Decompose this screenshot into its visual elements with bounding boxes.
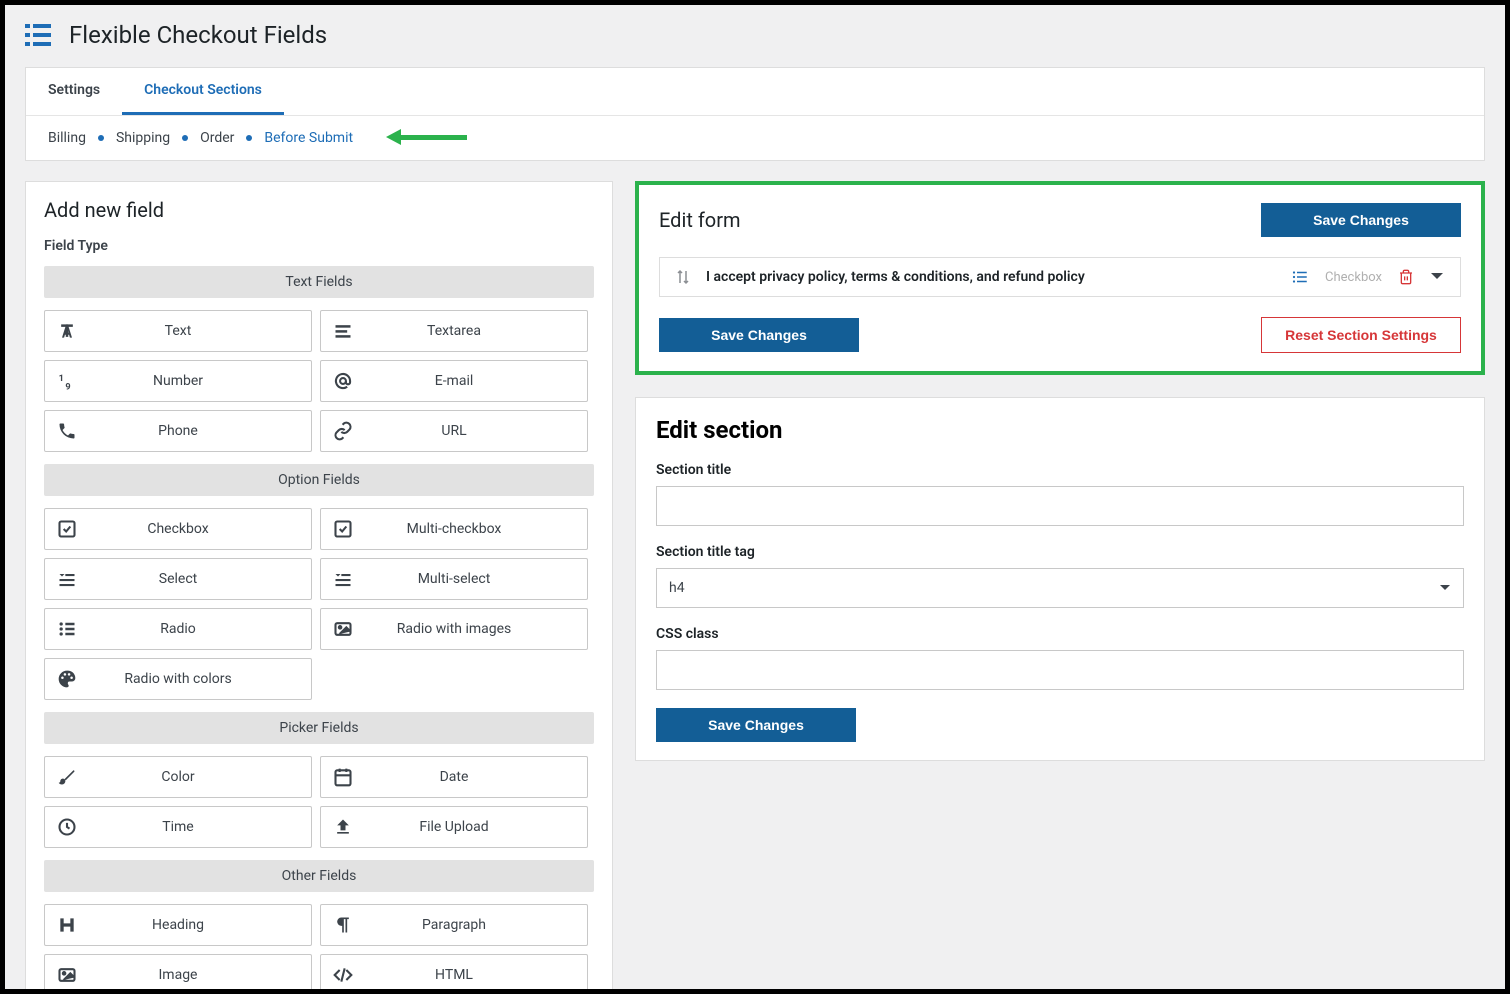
breadcrumb: Billing Shipping Order Before Submit bbox=[26, 116, 1484, 160]
field-type-text[interactable]: Text bbox=[44, 310, 312, 352]
code-icon bbox=[321, 965, 365, 985]
category-picker-fields: Picker Fields bbox=[44, 712, 594, 744]
brush-icon bbox=[45, 767, 89, 787]
field-type-time[interactable]: Time bbox=[44, 806, 312, 848]
title-bar: Flexible Checkout Fields bbox=[5, 5, 1505, 55]
save-changes-top-button[interactable]: Save Changes bbox=[1261, 203, 1461, 237]
edit-form-panel: Edit form Save Changes I accept privacy … bbox=[635, 181, 1485, 375]
category-text-fields: Text Fields bbox=[44, 266, 594, 298]
crumb-before-submit[interactable]: Before Submit bbox=[264, 130, 353, 146]
list-icon bbox=[1291, 268, 1309, 286]
field-type-multi-checkbox[interactable]: Multi-checkbox bbox=[320, 508, 588, 550]
save-changes-bottom-button[interactable]: Save Changes bbox=[659, 318, 859, 352]
edit-section-heading: Edit section bbox=[656, 416, 1464, 444]
link-icon bbox=[321, 421, 365, 441]
field-row[interactable]: I accept privacy policy, terms & conditi… bbox=[659, 257, 1461, 297]
heading-icon bbox=[45, 915, 89, 935]
field-type-multi-select[interactable]: Multi-select bbox=[320, 558, 588, 600]
option-fields-grid: Checkbox Multi-checkbox Select Multi-sel… bbox=[44, 508, 594, 700]
checkbox-icon bbox=[321, 519, 365, 539]
clock-icon bbox=[45, 817, 89, 837]
section-title-input[interactable] bbox=[656, 486, 1464, 526]
annotation-arrow bbox=[386, 129, 467, 145]
field-type-date[interactable]: Date bbox=[320, 756, 588, 798]
app-root: Flexible Checkout Fields Settings Checko… bbox=[5, 5, 1505, 989]
field-type-radio-colors[interactable]: Radio with colors bbox=[44, 658, 312, 700]
category-other-fields: Other Fields bbox=[44, 860, 594, 892]
field-type-html[interactable]: HTML bbox=[320, 954, 588, 989]
field-type-select[interactable]: Select bbox=[44, 558, 312, 600]
other-fields-grid: Heading Paragraph Image HTML Hidden bbox=[44, 904, 594, 989]
font-icon bbox=[45, 321, 89, 341]
field-type-label: Field Type bbox=[44, 238, 594, 254]
field-row-type: Checkbox bbox=[1325, 270, 1382, 285]
edit-section-panel: Edit section Section title Section title… bbox=[635, 397, 1485, 761]
crumb-shipping[interactable]: Shipping bbox=[116, 130, 170, 146]
right-column: Edit form Save Changes I accept privacy … bbox=[635, 181, 1485, 761]
crumb-billing[interactable]: Billing bbox=[48, 130, 86, 146]
pilcrow-icon bbox=[321, 915, 365, 935]
section-title-tag-value: h4 bbox=[669, 580, 685, 596]
page-title: Flexible Checkout Fields bbox=[69, 21, 327, 49]
section-title-label: Section title bbox=[656, 462, 1464, 478]
at-icon bbox=[321, 371, 365, 391]
tabs-container: Settings Checkout Sections Billing Shipp… bbox=[25, 67, 1485, 161]
field-type-radio[interactable]: Radio bbox=[44, 608, 312, 650]
svg-text:1: 1 bbox=[59, 374, 64, 384]
field-row-label: I accept privacy policy, terms & conditi… bbox=[706, 269, 1275, 285]
field-type-paragraph[interactable]: Paragraph bbox=[320, 904, 588, 946]
reset-section-button[interactable]: Reset Section Settings bbox=[1261, 317, 1461, 353]
palette-icon bbox=[45, 669, 89, 689]
checkbox-icon bbox=[45, 519, 89, 539]
svg-text:9: 9 bbox=[65, 382, 70, 391]
image-small-icon bbox=[321, 619, 365, 639]
css-class-input[interactable] bbox=[656, 650, 1464, 690]
tabs: Settings Checkout Sections bbox=[26, 68, 1484, 116]
drag-handle-icon[interactable] bbox=[676, 269, 690, 285]
section-title-tag-label: Section title tag bbox=[656, 544, 1464, 560]
select-icon bbox=[321, 569, 365, 589]
field-type-heading[interactable]: Heading bbox=[44, 904, 312, 946]
align-left-icon bbox=[321, 321, 365, 341]
field-type-textarea[interactable]: Textarea bbox=[320, 310, 588, 352]
field-type-phone[interactable]: Phone bbox=[44, 410, 312, 452]
menu-icon bbox=[25, 24, 51, 46]
field-type-number[interactable]: 19Number bbox=[44, 360, 312, 402]
list-icon bbox=[45, 619, 89, 639]
field-type-file-upload[interactable]: File Upload bbox=[320, 806, 588, 848]
text-fields-grid: Text Textarea 19Number E-mail Phone URL bbox=[44, 310, 594, 452]
edit-form-heading: Edit form bbox=[659, 208, 741, 232]
add-new-field-panel: Add new field Field Type Text Fields Tex… bbox=[25, 181, 613, 989]
separator-dot bbox=[246, 135, 252, 141]
field-type-email[interactable]: E-mail bbox=[320, 360, 588, 402]
picker-fields-grid: Color Date Time File Upload bbox=[44, 756, 594, 848]
field-type-color[interactable]: Color bbox=[44, 756, 312, 798]
image-icon bbox=[45, 965, 89, 985]
delete-icon[interactable] bbox=[1398, 268, 1414, 286]
upload-icon bbox=[321, 817, 365, 837]
crumb-order[interactable]: Order bbox=[200, 130, 234, 146]
tab-checkout-sections[interactable]: Checkout Sections bbox=[122, 68, 284, 115]
save-section-button[interactable]: Save Changes bbox=[656, 708, 856, 742]
field-type-url[interactable]: URL bbox=[320, 410, 588, 452]
category-option-fields: Option Fields bbox=[44, 464, 594, 496]
field-type-radio-images[interactable]: Radio with images bbox=[320, 608, 588, 650]
tab-settings[interactable]: Settings bbox=[26, 68, 122, 115]
separator-dot bbox=[182, 135, 188, 141]
css-class-label: CSS class bbox=[656, 626, 1464, 642]
select-icon bbox=[45, 569, 89, 589]
field-type-image[interactable]: Image bbox=[44, 954, 312, 989]
calendar-icon bbox=[321, 767, 365, 787]
phone-icon bbox=[45, 421, 89, 441]
separator-dot bbox=[98, 135, 104, 141]
columns: Add new field Field Type Text Fields Tex… bbox=[5, 161, 1505, 989]
numbers-icon: 19 bbox=[45, 371, 89, 391]
expand-icon[interactable] bbox=[1430, 272, 1444, 282]
add-new-field-heading: Add new field bbox=[44, 198, 594, 222]
field-type-checkbox[interactable]: Checkbox bbox=[44, 508, 312, 550]
section-title-tag-select[interactable]: h4 bbox=[656, 568, 1464, 608]
chevron-down-icon bbox=[1439, 584, 1451, 592]
